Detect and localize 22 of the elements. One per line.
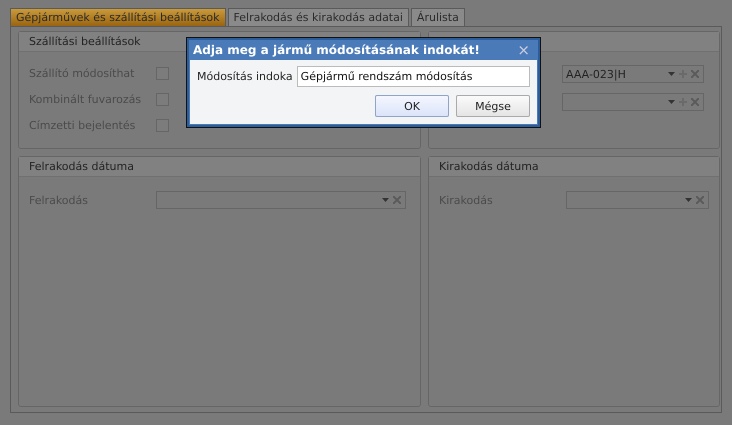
clear-icon: [691, 98, 699, 106]
tab[interactable]: Gépjárművek és szállítási beállítások: [10, 8, 226, 26]
dropdown-icon: [685, 198, 692, 202]
dropdown-icon: [382, 198, 389, 202]
dialog-button[interactable]: OK: [375, 95, 449, 117]
dropdown-icon: [668, 100, 675, 104]
tab[interactable]: Felrakodás és kirakodás adatai: [228, 8, 409, 26]
clear-icon: [691, 70, 699, 78]
combo-box[interactable]: [562, 93, 704, 111]
dropdown-icon: [668, 72, 675, 76]
clear-icon: [696, 196, 704, 204]
field-label: Módosítás indoka: [197, 70, 293, 83]
dialog-button[interactable]: Mégse: [456, 95, 530, 117]
close-button[interactable]: ×: [517, 41, 530, 59]
combo-box[interactable]: [566, 191, 709, 209]
input-field[interactable]: Gépjármű rendszám módosítás: [296, 66, 530, 87]
clear-icon: [393, 196, 401, 204]
panel-title: Kirakodás dátuma: [429, 157, 719, 177]
panel-title: Felrakodás dátuma: [19, 157, 420, 177]
combo-box[interactable]: AAA-023|H: [562, 65, 704, 83]
combo-box[interactable]: [156, 191, 406, 209]
tab[interactable]: Árulista: [410, 8, 465, 26]
